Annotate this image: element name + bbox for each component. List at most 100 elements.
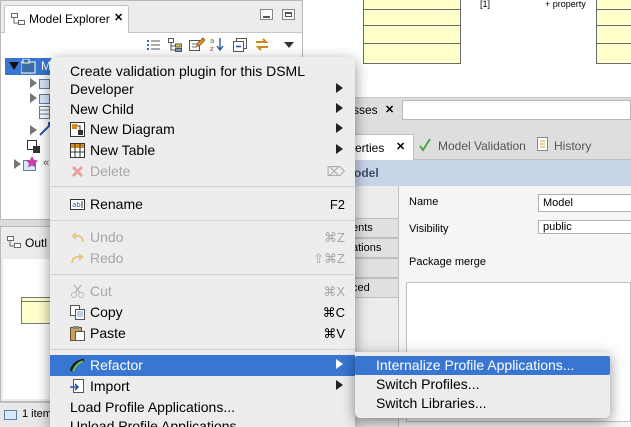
submenu-item-label: Switch Libraries... (376, 395, 487, 411)
hierarchy-icon[interactable] (168, 38, 182, 52)
menu-item-new-child[interactable]: New Child (50, 99, 355, 120)
menu-item-label: Create validation plugin for this DSML (70, 63, 306, 79)
expand-arrow-icon[interactable] (29, 93, 37, 103)
view-menu-icon[interactable] (283, 41, 295, 49)
cut-icon (70, 284, 85, 299)
menu-item-shortcut: ⌘Z (324, 230, 345, 245)
menu-item-import[interactable]: Import (50, 376, 355, 397)
menu-item-shortcut: ⇧⌘Z (313, 251, 345, 266)
menu-item-label: Refactor (90, 357, 143, 373)
menu-item-new-diagram[interactable]: New Diagram (50, 119, 355, 140)
outline-class-thumbnail (21, 297, 53, 324)
close-icon[interactable]: ✕ (385, 103, 394, 116)
menu-item-label: Copy (90, 304, 123, 320)
menu-item-copy[interactable]: Copy ⌘C (50, 302, 355, 323)
visibility-select[interactable]: public (538, 220, 631, 234)
submenu-item-label: Internalize Profile Applications... (376, 357, 575, 373)
side-tab[interactable] (351, 258, 399, 278)
menu-item-undo[interactable]: Undo ⌘Z (50, 227, 355, 248)
model-explorer-tab[interactable]: Model Explorer ✕ (4, 5, 129, 33)
new-diagram-icon (70, 122, 85, 137)
diagram-icon (27, 140, 41, 154)
context-menu: Create validation plugin for this DSML D… (50, 57, 355, 427)
side-tab[interactable]: ents (351, 218, 399, 238)
name-label: Name (409, 196, 439, 208)
uml-class-box[interactable] (596, 0, 631, 64)
tree-item-profile-label: « (43, 157, 50, 169)
side-tab[interactable]: ations (351, 238, 399, 258)
expand-arrow-icon[interactable] (29, 78, 37, 88)
minimize-view-icon[interactable] (260, 9, 273, 20)
tab-properties[interactable]: erties ✕ (352, 134, 414, 160)
menu-item-shortcut: ⌦ (326, 164, 345, 179)
menu-item-label: New Child (70, 101, 134, 117)
history-icon (537, 137, 549, 152)
submenu-item-label: Switch Profiles... (376, 376, 480, 392)
menu-separator (50, 274, 355, 275)
submenu-arrow-icon (336, 380, 343, 390)
copy-icon (70, 305, 85, 320)
menu-separator (50, 186, 355, 187)
menu-item-paste[interactable]: Paste ⌘V (50, 323, 355, 344)
menu-item-refactor[interactable]: Refactor (50, 355, 355, 376)
model-explorer-title: Model Explorer (29, 12, 110, 26)
filter-edit-icon[interactable] (189, 36, 205, 51)
refactor-icon (70, 358, 85, 373)
menu-item-label: Paste (90, 325, 126, 341)
sort-icon[interactable]: az (210, 36, 224, 52)
outline-title[interactable]: Outl (25, 236, 47, 250)
collapse-all-icon[interactable] (233, 38, 247, 52)
side-tab[interactable]: ced (351, 278, 399, 298)
menu-item-shortcut: ⌘C (322, 305, 345, 320)
svg-text:ab: ab (72, 201, 81, 209)
svg-text:z: z (210, 45, 214, 52)
menu-item-redo[interactable]: Redo ⇧⌘Z (50, 248, 355, 269)
checkmark-icon (419, 138, 431, 152)
submenu-arrow-icon (336, 144, 343, 154)
expand-arrow-icon[interactable] (9, 61, 19, 71)
delete-icon (70, 164, 85, 179)
menu-separator (50, 220, 355, 221)
menu-separator (50, 349, 355, 350)
tab-properties-label: erties (355, 141, 385, 155)
menu-item-label: Cut (90, 283, 112, 299)
undo-icon (70, 230, 85, 245)
submenu-arrow-icon (336, 123, 343, 133)
menu-item-shortcut: ⌘X (323, 284, 345, 299)
classes-tab-label[interactable]: sses (353, 103, 378, 117)
new-table-icon (70, 143, 85, 158)
name-field[interactable]: Model (538, 194, 631, 212)
svg-text:a: a (210, 37, 214, 45)
expand-arrow-icon[interactable] (29, 125, 37, 135)
submenu-item-switch-profiles[interactable]: Switch Profiles... (355, 375, 610, 394)
close-icon[interactable]: ✕ (114, 11, 123, 24)
uml-class-box[interactable] (363, 0, 461, 64)
model-explorer-tabbar: Model Explorer ✕ (1, 1, 302, 33)
menu-item-rename[interactable]: ab Rename F2 (50, 194, 355, 215)
menu-item-unload-profile-applications[interactable]: Unload Profile Applications... (50, 416, 355, 427)
submenu-arrow-icon (336, 83, 343, 93)
submenu-item-internalize-profile-applications[interactable]: Internalize Profile Applications... (355, 356, 610, 375)
close-icon[interactable]: ✕ (396, 140, 405, 153)
submenu-item-switch-libraries[interactable]: Switch Libraries... (355, 394, 610, 413)
menu-item-label: Unload Profile Applications... (70, 418, 249, 427)
refactor-submenu: Internalize Profile Applications... Swit… (355, 352, 610, 418)
multiplicity-label: [1] (480, 0, 491, 9)
sync-icon[interactable] (254, 37, 269, 51)
menu-item-label: New Table (90, 142, 156, 158)
menu-item-label: Load Profile Applications... (70, 399, 235, 415)
expand-arrow-icon[interactable] (13, 159, 21, 169)
link-with-editor-icon[interactable] (147, 38, 161, 52)
menu-item-label: Rename (90, 196, 143, 212)
maximize-view-icon[interactable] (282, 9, 295, 20)
menu-item-load-profile-applications[interactable]: Load Profile Applications... (50, 397, 355, 418)
menu-item-label: Delete (90, 163, 131, 179)
submenu-arrow-icon (336, 103, 343, 113)
classes-search-field[interactable] (402, 100, 631, 120)
menu-item-shortcut: F2 (329, 197, 345, 212)
menu-item-new-table[interactable]: New Table (50, 140, 355, 161)
menu-item-developer[interactable]: Developer (50, 79, 355, 100)
menu-item-delete[interactable]: Delete ⌦ (50, 161, 355, 182)
redo-icon (70, 251, 85, 266)
menu-item-cut[interactable]: Cut ⌘X (50, 281, 355, 302)
